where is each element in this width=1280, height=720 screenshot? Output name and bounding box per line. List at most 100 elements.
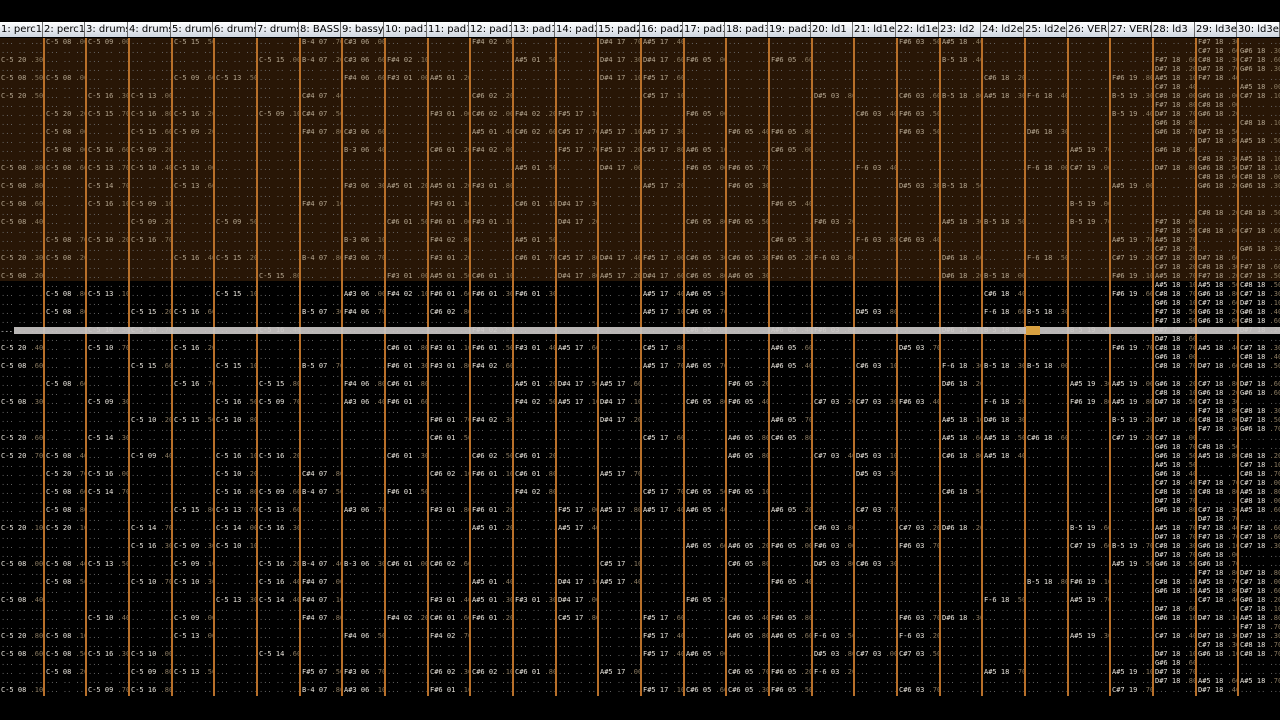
empty-cell: ... .. ... — [344, 596, 384, 604]
channel-header[interactable]: 5: drums3 — [171, 22, 213, 37]
channel-header[interactable]: 17: pad3a — [683, 22, 725, 37]
channel-column[interactable]: B-4 07 .70... .. ...B-4 07 .20... .. ...… — [299, 38, 341, 696]
empty-cell: ... .. ... — [1027, 533, 1067, 541]
empty-cell: ... .. ... — [855, 83, 896, 92]
channel-column[interactable]: ... .. ...... .. ...F#4 02 .10... .. ...… — [384, 38, 427, 696]
channel-header[interactable]: 20: ld1 — [811, 22, 853, 37]
cursor-row-label: ... — [0, 326, 13, 334]
channel-header[interactable]: 27: VERBCHA — [1109, 22, 1152, 37]
channel-column[interactable]: ... .. ...... .. ...... .. ...... .. ...… — [1109, 38, 1152, 696]
note-cell: C#6 02 .50 — [471, 452, 512, 461]
note-cell: C-5 09 .30 — [87, 398, 128, 407]
empty-cell: ... .. ... — [514, 155, 555, 164]
channel-column[interactable]: ... .. ...... .. ...C-5 15 .00... .. ...… — [256, 38, 299, 696]
channel-column[interactable]: ... .. ...... .. ...F#6 05 .60... .. ...… — [768, 38, 811, 696]
channel-column[interactable]: ... .. ...... .. ...... .. ...... .. ...… — [427, 38, 469, 696]
empty-cell: ... .. ... — [302, 632, 341, 640]
pattern-grid[interactable]: ... .. ...... .. ... C-5 20 .30... .. ...… — [0, 38, 1280, 696]
volume-cell: .60 — [1227, 362, 1237, 370]
channel-column[interactable]: ... .. ...... .. ...... .. ...... .. ...… — [853, 38, 896, 696]
volume-cell: .60 — [971, 254, 981, 262]
channel-header[interactable]: 7: drums5 — [256, 22, 299, 37]
volume-cell: .00 — [203, 632, 213, 640]
channel-header[interactable]: 2: perc1R — [43, 22, 85, 37]
channel-column[interactable]: ... .. ...... .. ... C-5 20 .30... .. ...… — [0, 38, 43, 696]
note-cell: C#8 18 .50 — [1197, 443, 1237, 452]
empty-cell: ... .. ... — [643, 668, 683, 676]
channel-header[interactable]: 30: ld3e2 — [1237, 22, 1280, 37]
channel-header[interactable]: 23: ld2 — [939, 22, 981, 37]
channel-column[interactable]: C-5 08 .00... .. ...... .. ...... .. ...… — [43, 38, 85, 696]
channel-column[interactable]: F#7 18 .30C#7 18 .60C#8 18 .30D#7 18 .70… — [1195, 38, 1237, 696]
volume-cell: .70 — [1184, 551, 1195, 559]
empty-cell: ... .. ... — [215, 272, 256, 281]
channel-header[interactable]: 24: ld2e1 — [981, 22, 1024, 37]
channel-column[interactable]: ... .. ...... .. ...... .. ...... .. ...… — [725, 38, 768, 696]
channel-column[interactable]: ... .. ...... .. ...F#6 05 .00... .. ...… — [683, 38, 725, 696]
empty-cell: ... .. ... — [770, 65, 811, 74]
channel-header[interactable]: 21: ld1e1 — [853, 22, 896, 37]
note-cell: C#7 18 .50 — [1239, 272, 1280, 281]
channel-column[interactable]: C-5 15 .50... .. ...... .. ...... .. ...… — [171, 38, 213, 696]
channel-header[interactable]: 18: pad3b — [725, 22, 768, 37]
empty-cell: ... .. ... — [813, 83, 853, 92]
channel-header[interactable]: 13: pad1d — [512, 22, 555, 37]
channel-header[interactable]: 1: perc1L — [0, 22, 43, 37]
empty-cell: ... .. ... — [131, 335, 171, 343]
channel-header[interactable]: 8: BASS — [299, 22, 341, 37]
note-cell: F#4 07 .00 — [301, 578, 341, 587]
channel-column[interactable]: C-5 09 .00... .. ...... .. ...... .. ...… — [85, 38, 128, 696]
channel-column[interactable]: A#5 18 .40... .. ...B-5 18 .40... .. ...… — [939, 38, 981, 696]
channel-header[interactable]: 6: drums4 — [213, 22, 256, 37]
channel-header[interactable]: 3: drums1 — [85, 22, 128, 37]
empty-cell: ... .. ... — [514, 74, 555, 83]
channel-column[interactable]: ... .. ...... .. ...F#7 18 .60D#7 18 .20… — [1152, 38, 1195, 696]
channel-column[interactable]: D#4 17 .70... .. ...D#4 17 .30... .. ...… — [597, 38, 640, 696]
channel-column[interactable]: C#3 06 .00... .. ...C#3 06 .60... .. ...… — [341, 38, 384, 696]
empty-cell: ... .. ... — [984, 650, 1024, 658]
channel-header[interactable]: 4: drums2 — [128, 22, 171, 37]
channel-column[interactable]: ... .. ...... .. ...... .. ...... .. ...… — [1024, 38, 1067, 696]
channel-column[interactable]: F#4 02 .00... .. ...... .. ...... .. ...… — [469, 38, 512, 696]
channel-header[interactable]: 12: pad1c — [469, 22, 512, 37]
channel-header[interactable]: 16: pad2c — [640, 22, 683, 37]
empty-cell: ... .. ... — [728, 443, 768, 451]
channel-column[interactable]: ... .. ...... .. ...... .. ...... .. ...… — [981, 38, 1024, 696]
channel-column[interactable]: ... .. ...... .. ...... .. ...... .. ...… — [128, 38, 171, 696]
channel-column[interactable]: A#5 17 .40... .. ...D#4 17 .60... .. ...… — [640, 38, 683, 696]
channel-header[interactable]: 14: pad2a — [555, 22, 597, 37]
empty-cell: ... .. ... — [174, 470, 213, 478]
channel-header[interactable]: 10: pad1a — [384, 22, 427, 37]
empty-cell: ... .. ... — [131, 623, 171, 631]
channel-column[interactable]: ... .. ...G#6 18 .30C#7 18 .60G#6 18 .30… — [1237, 38, 1280, 696]
channel-header[interactable]: 11: pad1b — [427, 22, 469, 37]
channel-column[interactable]: ... .. ...... .. ...... .. ...... .. ...… — [811, 38, 853, 696]
empty-cell: ... .. ... — [686, 659, 725, 667]
channel-header[interactable]: 26: VERBCHA — [1067, 22, 1109, 37]
channel-header[interactable]: 9: bassyn — [341, 22, 384, 37]
note-cell: A#5 18 .10 — [1239, 155, 1280, 164]
empty-cell: ... .. ... — [1155, 425, 1195, 433]
channel-header[interactable]: 22: ld1e2 — [896, 22, 939, 37]
empty-cell: ... .. ... — [899, 551, 939, 559]
channel-column[interactable]: F#6 03 .50... .. ...... .. ...... .. ...… — [896, 38, 939, 696]
channel-column[interactable]: ... .. ...... .. ...... .. ...... .. ...… — [555, 38, 597, 696]
channel-column[interactable]: ... .. ...... .. ...... .. ...... .. ...… — [213, 38, 256, 696]
channel-header[interactable]: 25: ld2e2 — [1024, 22, 1067, 37]
channel-header[interactable]: 28: ld3 — [1152, 22, 1195, 37]
channel-column[interactable]: ... .. ...... .. ...... .. ...... .. ...… — [1067, 38, 1109, 696]
volume-cell: .70 — [1184, 272, 1195, 280]
note-cell: F#6 05 .50 — [727, 218, 768, 227]
channel-column[interactable]: ... .. ...... .. ...A#5 01 .50... .. ...… — [512, 38, 555, 696]
volume-cell: .30 — [544, 596, 555, 604]
volume-cell: .10 — [30, 686, 43, 694]
empty-cell: ... .. ... — [472, 317, 512, 325]
note-cell: C#8 18 .70 — [1239, 650, 1280, 659]
volume-cell: .60 — [1184, 416, 1195, 424]
channel-header[interactable]: 19: pad3c — [768, 22, 811, 37]
empty-cell: ... .. ... — [1, 443, 43, 451]
channel-header[interactable]: 29: ld3e1 — [1195, 22, 1237, 37]
note-cell: D#4 17 .20 — [557, 218, 597, 227]
empty-cell: ... .. ... — [600, 659, 640, 667]
channel-header[interactable]: 15: pad2b — [597, 22, 640, 37]
